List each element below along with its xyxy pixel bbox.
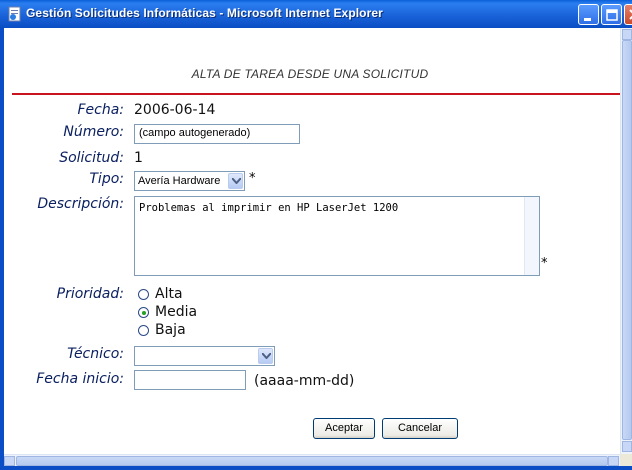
window-frame-bottom bbox=[0, 466, 632, 470]
minimize-button[interactable] bbox=[578, 4, 599, 25]
window-frame-left bbox=[0, 28, 4, 470]
tipo-selected-value: Avería Hardware bbox=[138, 175, 221, 187]
cancelar-button[interactable]: Cancelar bbox=[382, 418, 458, 439]
scroll-right-arrow[interactable] bbox=[608, 456, 619, 466]
solicitud-value: 1 bbox=[134, 150, 143, 166]
fecha-label: Fecha: bbox=[77, 102, 124, 118]
numero-label: Número: bbox=[63, 124, 124, 140]
fecha-value: 2006-06-14 bbox=[134, 102, 216, 118]
descripcion-label: Descripción: bbox=[37, 196, 124, 212]
scroll-down-arrow[interactable] bbox=[622, 441, 632, 452]
tipo-label: Tipo: bbox=[89, 171, 124, 187]
fecha-inicio-hint: (aaaa-mm-dd) bbox=[254, 373, 355, 389]
horizontal-scrollbar[interactable] bbox=[4, 454, 620, 466]
solicitud-label: Solicitud: bbox=[59, 150, 124, 166]
horizontal-scroll-thumb[interactable] bbox=[16, 456, 608, 466]
radio-media[interactable] bbox=[138, 307, 149, 318]
numero-field[interactable]: (campo autogenerado) bbox=[134, 124, 300, 144]
aceptar-button[interactable]: Aceptar bbox=[313, 418, 375, 439]
heading-divider bbox=[12, 93, 620, 95]
scroll-up-arrow[interactable] bbox=[622, 29, 632, 40]
window-titlebar[interactable]: Gestión Solicitudes Informáticas - Micro… bbox=[0, 0, 632, 28]
form-heading: ALTA DE TAREA DESDE UNA SOLICITUD bbox=[191, 67, 429, 81]
maximize-button[interactable] bbox=[601, 4, 622, 25]
tecnico-select[interactable] bbox=[134, 346, 275, 366]
tipo-required-mark: * bbox=[249, 171, 256, 186]
fecha-inicio-field[interactable] bbox=[134, 370, 246, 390]
radio-media-label: Media bbox=[155, 304, 198, 320]
close-button[interactable] bbox=[624, 4, 632, 25]
descripcion-required-mark: * bbox=[541, 256, 548, 271]
tecnico-label: Técnico: bbox=[67, 346, 124, 362]
ie-page-icon bbox=[7, 6, 23, 22]
textarea-scrollbar[interactable] bbox=[524, 197, 539, 275]
scroll-left-arrow[interactable] bbox=[4, 456, 15, 466]
fecha-inicio-label: Fecha inicio: bbox=[36, 371, 124, 387]
tipo-select[interactable]: Avería Hardware bbox=[134, 171, 245, 191]
radio-alta-label: Alta bbox=[155, 286, 183, 302]
vertical-scrollbar[interactable] bbox=[620, 28, 632, 454]
descripcion-text: Problemas al imprimir en HP LaserJet 120… bbox=[139, 202, 399, 214]
vertical-scroll-thumb[interactable] bbox=[622, 40, 632, 440]
radio-baja[interactable] bbox=[138, 325, 149, 336]
chevron-down-icon[interactable] bbox=[228, 173, 243, 189]
chevron-down-icon[interactable] bbox=[258, 348, 273, 364]
prioridad-label: Prioridad: bbox=[56, 286, 124, 302]
radio-baja-label: Baja bbox=[155, 322, 186, 338]
radio-alta[interactable] bbox=[138, 289, 149, 300]
window-title: Gestión Solicitudes Informáticas - Micro… bbox=[26, 6, 383, 20]
scrollbar-corner bbox=[620, 454, 632, 466]
descripcion-textarea[interactable]: Problemas al imprimir en HP LaserJet 120… bbox=[134, 196, 540, 276]
